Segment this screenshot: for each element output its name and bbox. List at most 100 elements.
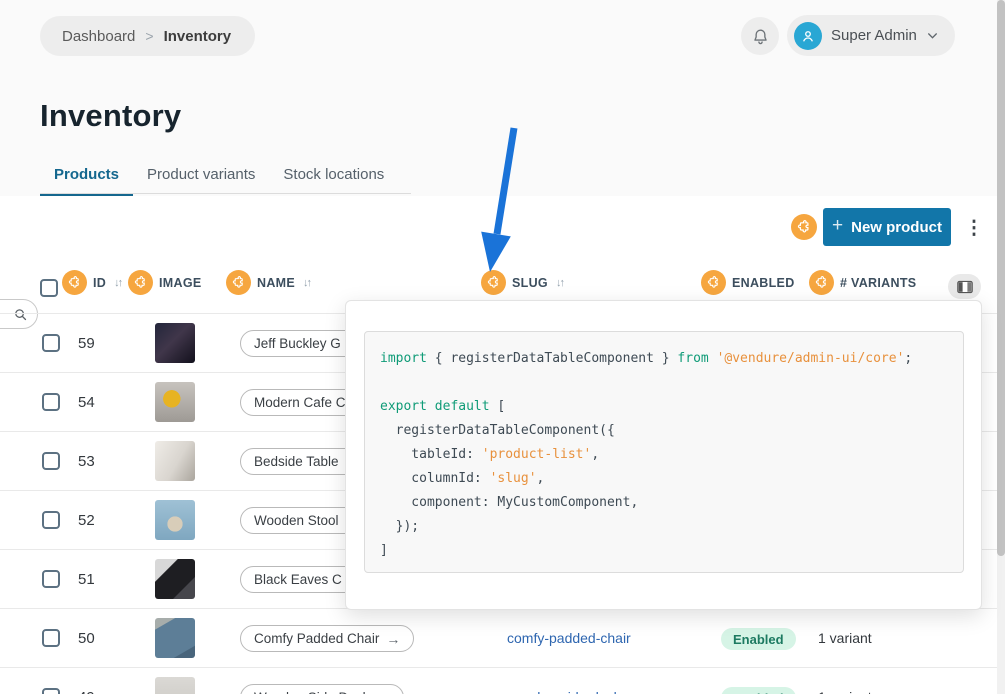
columns-icon bbox=[957, 280, 973, 294]
table-row[interactable]: 50 Comfy Padded Chair → comfy-padded-cha… bbox=[0, 609, 997, 668]
sort-icon[interactable]: ↓↑ bbox=[114, 277, 121, 289]
extension-point-badge[interactable] bbox=[226, 270, 251, 295]
code-line: component: MyCustomComponent, bbox=[380, 491, 963, 515]
row-checkbox[interactable] bbox=[42, 393, 60, 411]
code-token: import bbox=[380, 351, 427, 366]
extension-point-badge[interactable] bbox=[62, 270, 87, 295]
arrow-right-icon: → bbox=[386, 631, 400, 647]
tab-stock-locations[interactable]: Stock locations bbox=[269, 166, 398, 196]
variant-count: 1 variant bbox=[818, 668, 872, 694]
sort-icon[interactable]: ↓↑ bbox=[303, 277, 310, 289]
code-token: }); bbox=[380, 519, 419, 534]
product-name-button[interactable]: Comfy Padded Chair → bbox=[240, 625, 414, 652]
row-id: 49 bbox=[78, 668, 95, 694]
scrollbar-thumb[interactable] bbox=[997, 0, 1005, 556]
column-visibility-button[interactable] bbox=[948, 274, 981, 299]
column-label: IMAGE bbox=[159, 276, 201, 290]
extension-point-badge[interactable] bbox=[791, 214, 817, 240]
row-id: 50 bbox=[78, 609, 95, 668]
extension-point-badge[interactable] bbox=[128, 270, 153, 295]
product-name-label: Comfy Padded Chair bbox=[254, 631, 379, 646]
new-product-label: New product bbox=[851, 219, 942, 236]
code-line: import { registerDataTableComponent } fr… bbox=[380, 347, 963, 371]
puzzle-icon bbox=[232, 276, 246, 290]
row-checkbox[interactable] bbox=[42, 570, 60, 588]
row-id: 54 bbox=[78, 373, 95, 432]
user-name: Super Admin bbox=[831, 27, 917, 44]
product-thumbnail bbox=[155, 500, 195, 540]
row-checkbox[interactable] bbox=[42, 334, 60, 352]
product-name-label: Jeff Buckley G bbox=[254, 336, 341, 351]
column-header-variants[interactable]: # VARIANTS bbox=[809, 270, 916, 295]
column-label: ID bbox=[93, 276, 106, 290]
breadcrumb: Dashboard > Inventory bbox=[40, 16, 255, 56]
code-token: export bbox=[380, 399, 427, 414]
product-name-label: Modern Cafe C bbox=[254, 395, 346, 410]
column-header-name[interactable]: NAME ↓↑ bbox=[226, 270, 310, 295]
puzzle-icon bbox=[68, 276, 82, 290]
sort-icon[interactable]: ↓↑ bbox=[556, 277, 563, 289]
product-thumbnail bbox=[155, 382, 195, 422]
column-header-image[interactable]: IMAGE bbox=[128, 270, 201, 295]
variant-count: 1 variant bbox=[818, 609, 872, 668]
code-snippet-popup: import { registerDataTableComponent } fr… bbox=[345, 300, 982, 610]
code-token: columnId: bbox=[380, 471, 490, 486]
tab-bar: Products Product variants Stock location… bbox=[40, 166, 398, 196]
code-line: tableId: 'product-list', bbox=[380, 443, 963, 467]
code-token: '@vendure/admin-ui/core' bbox=[717, 351, 905, 366]
code-token bbox=[709, 351, 717, 366]
breadcrumb-inventory[interactable]: Inventory bbox=[164, 28, 232, 45]
code-token: , bbox=[537, 471, 545, 486]
notifications-button[interactable] bbox=[741, 17, 779, 55]
enabled-badge: Enabled bbox=[721, 628, 796, 650]
inventory-page: Dashboard > Inventory Super Admin Invent… bbox=[0, 0, 1005, 694]
tabbar-divider bbox=[40, 193, 411, 194]
puzzle-icon bbox=[797, 220, 812, 235]
product-name-label: Black Eaves C bbox=[254, 572, 342, 587]
product-name-button[interactable]: Wooden Side Desk → bbox=[240, 684, 404, 694]
row-checkbox[interactable] bbox=[42, 511, 60, 529]
product-thumbnail bbox=[155, 677, 195, 694]
product-name-label: Wooden Stool bbox=[254, 513, 339, 528]
tab-product-variants[interactable]: Product variants bbox=[133, 166, 269, 196]
table-row[interactable]: 49 Wooden Side Desk → wooden-side-desk E… bbox=[0, 668, 997, 694]
row-id: 53 bbox=[78, 432, 95, 491]
enabled-badge: Enabled bbox=[721, 687, 796, 694]
breadcrumb-separator: > bbox=[145, 28, 153, 44]
row-checkbox[interactable] bbox=[42, 629, 60, 647]
code-line bbox=[380, 371, 963, 395]
row-id: 52 bbox=[78, 491, 95, 550]
product-slug-link[interactable]: wooden-side-desk bbox=[507, 668, 621, 694]
code-block: import { registerDataTableComponent } fr… bbox=[364, 331, 964, 573]
list-options-menu-button[interactable]: ⋮ bbox=[963, 213, 985, 243]
plus-icon: + bbox=[832, 215, 843, 237]
new-product-button[interactable]: + New product bbox=[823, 208, 951, 246]
breadcrumb-dashboard[interactable]: Dashboard bbox=[62, 28, 135, 45]
code-token: from bbox=[677, 351, 708, 366]
product-slug-link[interactable]: comfy-padded-chair bbox=[507, 609, 631, 668]
code-token: 'product-list' bbox=[482, 447, 592, 462]
puzzle-icon bbox=[707, 276, 721, 290]
tab-products[interactable]: Products bbox=[40, 166, 133, 196]
code-token: ; bbox=[904, 351, 912, 366]
code-token bbox=[427, 399, 435, 414]
product-thumbnail bbox=[155, 323, 195, 363]
puzzle-icon bbox=[815, 276, 829, 290]
column-label: NAME bbox=[257, 276, 295, 290]
row-id: 59 bbox=[78, 314, 95, 373]
row-checkbox[interactable] bbox=[42, 452, 60, 470]
extension-point-badge[interactable] bbox=[701, 270, 726, 295]
annotation-arrow bbox=[468, 122, 528, 282]
arrow-right-icon: → bbox=[376, 690, 390, 694]
column-header-id[interactable]: ID ↓↑ bbox=[62, 270, 121, 295]
code-line: columnId: 'slug', bbox=[380, 467, 963, 491]
code-token: registerDataTableComponent({ bbox=[380, 423, 615, 438]
chevron-down-icon bbox=[926, 29, 939, 42]
user-menu[interactable]: Super Admin bbox=[787, 15, 955, 56]
extension-point-badge[interactable] bbox=[809, 270, 834, 295]
code-token: { registerDataTableComponent } bbox=[427, 351, 677, 366]
user-icon bbox=[800, 28, 816, 44]
scrollbar-track[interactable] bbox=[997, 0, 1005, 694]
column-header-enabled[interactable]: ENABLED bbox=[701, 270, 795, 295]
row-checkbox[interactable] bbox=[42, 688, 60, 694]
